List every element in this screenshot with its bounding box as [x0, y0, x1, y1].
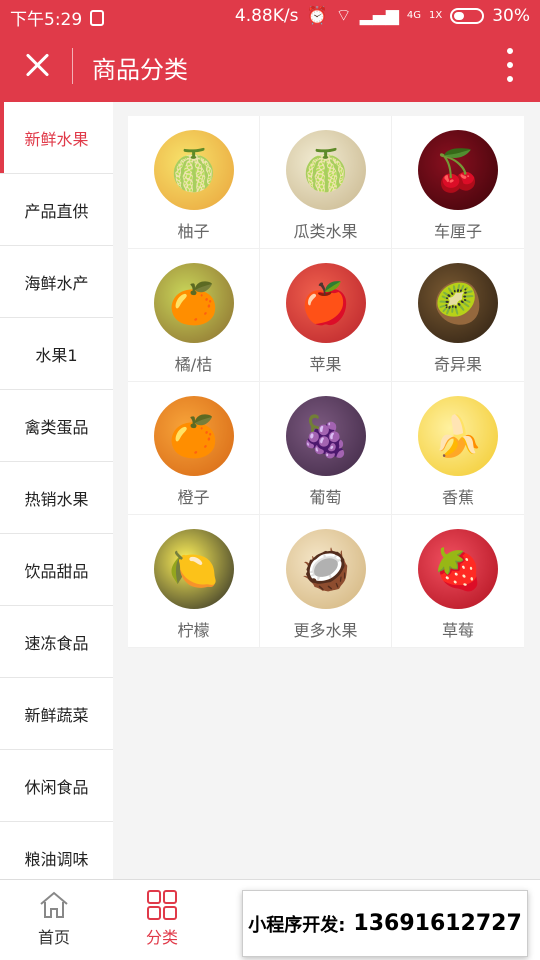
close-icon[interactable]	[20, 48, 54, 82]
grid-item-more-fruit[interactable]: 🥥 更多水果	[260, 515, 392, 648]
strawberry-icon: 🍓	[418, 529, 498, 609]
grid-item-orange[interactable]: 🍊 橙子	[128, 382, 260, 515]
grid-item-strawberry[interactable]: 🍓 草莓	[392, 515, 524, 648]
sidebar-item-frozen-food[interactable]: 速冻食品	[0, 606, 113, 678]
category-sidebar: 新鲜水果 产品直供 海鲜水产 水果1 禽类蛋品 热销水果 饮品甜品 速冻食品 新…	[0, 102, 113, 879]
grid-item-grape[interactable]: 🍇 葡萄	[260, 382, 392, 515]
grid-item-tangerine[interactable]: 🍊 橘/桔	[128, 249, 260, 382]
melon-icon: 🍈	[285, 130, 366, 210]
wifi-icon: ⌔	[335, 6, 352, 26]
longan-icon: 🥥	[285, 529, 366, 609]
grid-item-lemon[interactable]: 🍋 柠檬	[128, 515, 260, 648]
sidebar-item-poultry-eggs[interactable]: 禽类蛋品	[0, 390, 113, 462]
sidebar-item-fresh-vegetables[interactable]: 新鲜蔬菜	[0, 678, 113, 750]
banana-icon: 🍌	[418, 396, 498, 476]
promo-text: 小程序开发:	[248, 914, 346, 936]
alarm-icon: ⏰	[306, 5, 328, 26]
status-time: 下午5:29	[10, 10, 83, 30]
pomelo-icon: 🍈	[153, 130, 234, 210]
battery-icon	[450, 7, 485, 24]
lemon-icon: 🍋	[153, 529, 234, 609]
status-bar: 下午5:29 4.88K/s ⏰ ⌔ ▂▄▆ 4G 1X 30%	[0, 0, 540, 30]
page-title: 商品分类	[92, 56, 188, 84]
battery-level: 30%	[492, 5, 530, 26]
grape-icon: 🍇	[285, 396, 366, 476]
category-grid-icon	[147, 890, 177, 920]
promo-banner: 小程序开发: 13691612727	[242, 890, 528, 957]
sidebar-item-snacks[interactable]: 休闲食品	[0, 750, 113, 822]
subcategory-grid: 🍈 柚子 🍈 瓜类水果 🍒 车厘子 🍊 橘/桔 🍎 苹果 🥝 奇异果 🍊 橙子 …	[128, 116, 524, 648]
grid-item-kiwi[interactable]: 🥝 奇异果	[392, 249, 524, 382]
grid-item-banana[interactable]: 🍌 香蕉	[392, 382, 524, 515]
sidebar-item-direct-supply[interactable]: 产品直供	[0, 174, 113, 246]
sidebar-item-hot-fruit[interactable]: 热销水果	[0, 462, 113, 534]
header-divider	[72, 48, 73, 84]
cherry-icon: 🍒	[418, 130, 498, 210]
tab-category[interactable]: 分类	[127, 890, 197, 948]
more-options-icon[interactable]	[506, 48, 514, 82]
sidebar-item-fresh-fruit[interactable]: 新鲜水果	[0, 102, 113, 174]
tangerine-icon: 🍊	[153, 263, 234, 343]
grid-item-melon[interactable]: 🍈 瓜类水果	[260, 116, 392, 249]
orange-icon: 🍊	[153, 396, 234, 476]
tab-home-label: 首页	[37, 928, 70, 947]
sidebar-item-drinks-desserts[interactable]: 饮品甜品	[0, 534, 113, 606]
header-bar: 商品分类	[0, 30, 540, 102]
sidebar-item-fruit-1[interactable]: 水果1	[0, 318, 113, 390]
tab-home[interactable]: 首页	[19, 890, 89, 948]
sidebar-item-seafood[interactable]: 海鲜水产	[0, 246, 113, 318]
kiwi-icon: 🥝	[418, 263, 498, 343]
grid-item-pomelo[interactable]: 🍈 柚子	[128, 116, 260, 249]
grid-item-cherry[interactable]: 🍒 车厘子	[392, 116, 524, 249]
apple-icon: 🍎	[285, 263, 366, 343]
signal-icon: ▂▄▆	[359, 5, 399, 26]
notification-icon	[90, 9, 105, 26]
promo-phone: 13691612727	[353, 911, 522, 936]
grid-item-apple[interactable]: 🍎 苹果	[260, 249, 392, 382]
sim-label: 1X	[428, 9, 443, 21]
network-speed: 4.88K/s	[234, 5, 299, 26]
home-icon	[40, 891, 68, 918]
sidebar-item-grain-oil[interactable]: 粮油调味	[0, 822, 113, 879]
bottom-nav: 首页 分类 小程序开发: 13691612727	[0, 879, 540, 960]
network-type: 4G	[406, 9, 421, 21]
tab-category-label: 分类	[145, 928, 178, 947]
